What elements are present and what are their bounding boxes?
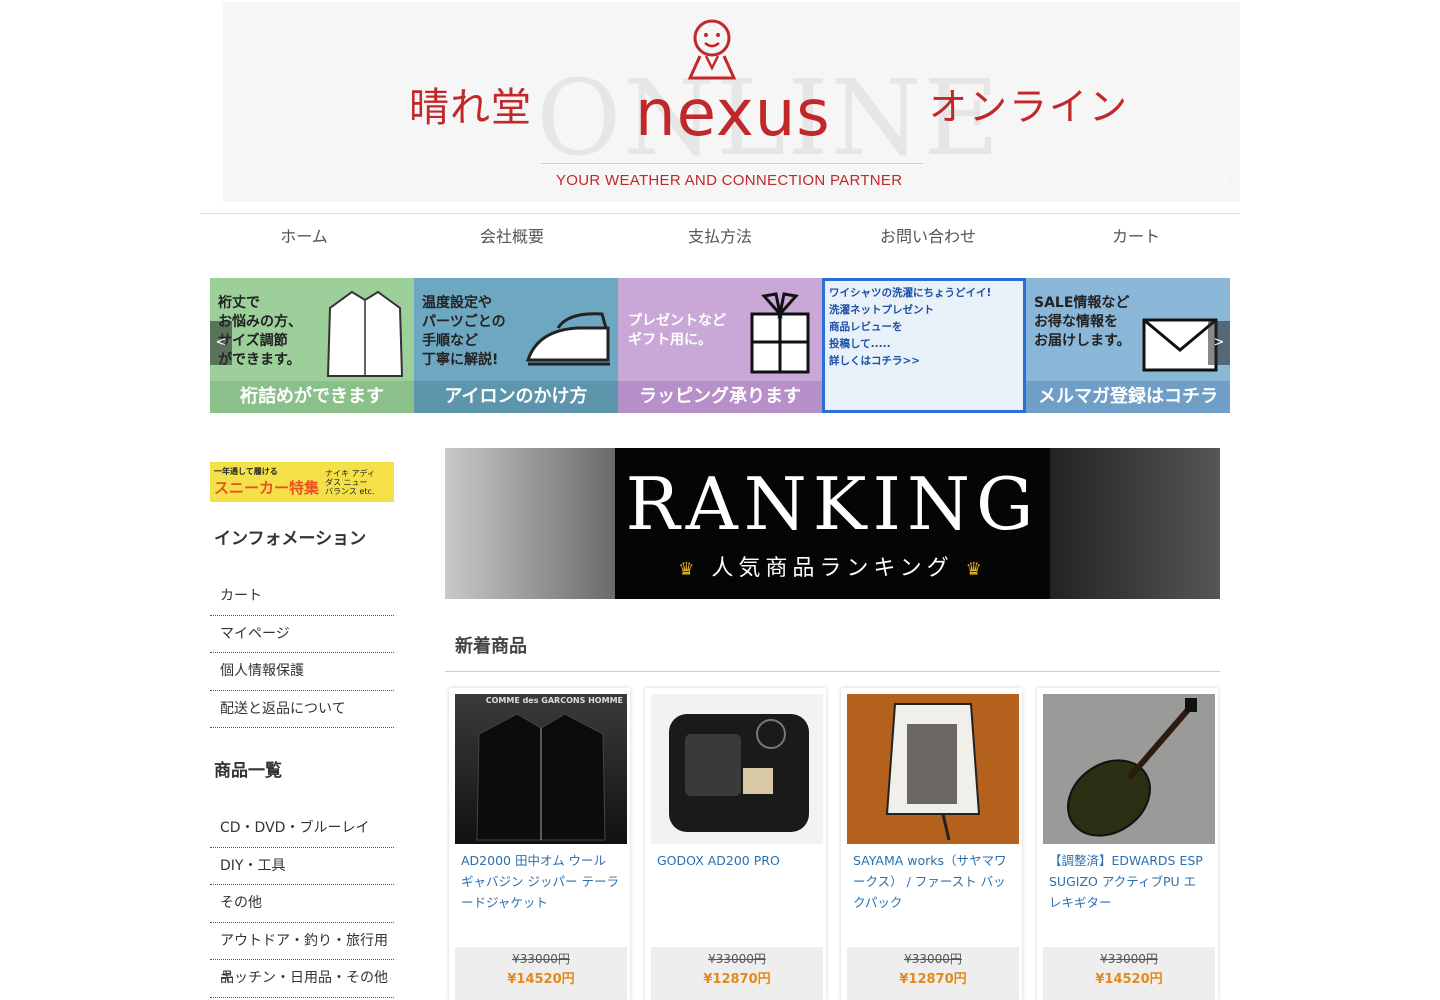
product-image-guitar[interactable]: [1043, 694, 1215, 844]
promo-slide-text: SALE情報など お得な情報を お届けします。: [1034, 295, 1131, 349]
promo-slide-sleeve[interactable]: 裄丈で お悩みの方、 サイズ調節 ができます。 裄詰めができます: [210, 278, 414, 413]
promo-slide-newsletter[interactable]: SALE情報など お得な情報を お届けします。 メルマガ登録はコチラ: [1026, 278, 1230, 413]
sidebar: 一年通して履ける スニーカー特集 ナイキ アディダス ニューバランス etc. …: [210, 462, 394, 998]
teru-teru-bozu-icon: [687, 19, 737, 80]
promo-slide-laundry-net[interactable]: ワイシャツの洗濯にちょうどイイ! 洗濯ネットプレゼント 商品レビューを 投稿して…: [822, 278, 1026, 413]
sale-price: ¥14520円: [507, 972, 575, 987]
price-box: ¥33000円 ¥14520円: [455, 947, 627, 1000]
nav-contact[interactable]: お問い合わせ: [824, 214, 1032, 259]
flash-case-icon: [669, 714, 809, 832]
nav-company[interactable]: 会社概要: [408, 214, 616, 259]
banner-next-arrow-icon[interactable]: ›: [1223, 170, 1230, 191]
price-box: ¥33000円 ¥12870円: [651, 947, 823, 1000]
info-link-privacy[interactable]: 個人情報保護: [210, 653, 394, 691]
category-link[interactable]: キッチン・日用品・その他: [210, 960, 394, 998]
crown-icon: ♛: [678, 559, 700, 580]
product-image-flash[interactable]: [651, 694, 823, 844]
product-name[interactable]: AD2000 田中オム ウール ギャバジン ジッパー テーラードジャケット: [461, 850, 620, 938]
category-link[interactable]: アウトドア・釣り・旅行用品: [210, 923, 394, 986]
sneaker-feature-banner[interactable]: 一年通して履ける スニーカー特集 ナイキ アディダス ニューバランス etc.: [210, 462, 394, 502]
promo-slide-ironing[interactable]: 温度設定や パーツごとの 手順など 丁寧に解説! アイロンのかけ方: [414, 278, 618, 413]
info-link-mypage[interactable]: マイページ: [210, 616, 394, 653]
brand-logo-nexus: nexus: [635, 77, 831, 151]
tagline-divider: [541, 163, 923, 164]
brand-name-hareido: 晴れ堂: [409, 85, 532, 131]
electric-guitar-icon: [1067, 698, 1197, 837]
ranking-banner[interactable]: RANKING ♛ 人気商品ランキング ♛: [445, 448, 1220, 599]
promo-slide-caption: ラッピング承ります: [618, 381, 822, 413]
promo-slide-text: 温度設定や パーツごとの 手順など 丁寧に解説!: [422, 295, 506, 368]
info-link-shipping[interactable]: 配送と返品について: [210, 691, 394, 728]
product-name[interactable]: 【調整済】EDWARDS ESP SUGIZO アクティブPU エレキギター: [1049, 850, 1208, 938]
carousel-prev-button[interactable]: <: [210, 321, 232, 365]
promo-slide-caption: メルマガ登録はコチラ: [1026, 381, 1230, 413]
product-image-backpack[interactable]: [847, 694, 1019, 844]
promo-slide-text: プレゼントなど ギフト用に。: [628, 313, 726, 348]
sneaker-banner-brands: ナイキ アディダス ニューバランス etc.: [325, 468, 375, 496]
sale-price: ¥14520円: [1095, 972, 1163, 987]
crown-icon: ♛: [965, 559, 987, 580]
promo-carousel: 裄丈で お悩みの方、 サイズ調節 ができます。 裄詰めができます 温度設定や パ…: [210, 278, 1230, 413]
nav-payment[interactable]: 支払方法: [616, 214, 824, 259]
carousel-next-button[interactable]: >: [1208, 321, 1230, 365]
product-card[interactable]: GODOX AD200 PRO ¥33000円 ¥12870円: [645, 688, 826, 1000]
sneaker-banner-title: スニーカー特集: [214, 478, 320, 497]
backpack-icon: [885, 703, 981, 841]
gift-box-icon: [750, 292, 810, 374]
price-box: ¥33000円 ¥12870円: [847, 947, 1019, 1000]
original-price: ¥33000円: [512, 952, 570, 966]
section-divider: [445, 671, 1220, 672]
category-link[interactable]: その他: [210, 885, 394, 923]
product-card[interactable]: 【調整済】EDWARDS ESP SUGIZO アクティブPU エレキギター ¥…: [1037, 688, 1218, 1000]
product-name[interactable]: SAYAMA works（サヤマワークス） / ファースト バックパック: [853, 850, 1012, 938]
sale-price: ¥12870円: [703, 972, 771, 987]
brand-name-online: オンライン: [929, 85, 1130, 129]
original-price: ¥33000円: [1100, 952, 1158, 966]
product-name[interactable]: GODOX AD200 PRO: [657, 850, 816, 938]
global-nav: ホーム 会社概要 支払方法 お問い合わせ カート: [200, 213, 1240, 259]
ranking-title: RANKING: [625, 462, 1040, 546]
new-items-heading: 新着商品: [455, 636, 527, 657]
original-price: ¥33000円: [904, 952, 962, 966]
product-card[interactable]: COMME des GARCONS HOMME AD2000 田中オム ウール …: [449, 688, 630, 1000]
info-link-cart[interactable]: カート: [210, 578, 394, 616]
shirt-icon: [326, 290, 404, 377]
promo-slide-text: ワイシャツの洗濯にちょうどイイ! 洗濯ネットプレゼント 商品レビューを 投稿して…: [829, 287, 992, 367]
info-heading: インフォメーション: [214, 529, 367, 549]
promo-slide-caption: 裄詰めができます: [210, 381, 414, 413]
category-link[interactable]: CD・DVD・ブルーレイ: [210, 810, 394, 848]
nav-cart[interactable]: カート: [1032, 214, 1240, 259]
original-price: ¥33000円: [708, 952, 766, 966]
product-grid: COMME des GARCONS HOMME AD2000 田中オム ウール …: [449, 688, 1219, 1000]
sale-price: ¥12870円: [899, 972, 967, 987]
promo-slide-wrapping[interactable]: プレゼントなど ギフト用に。 ラッピング承ります: [618, 278, 822, 413]
product-card[interactable]: SAYAMA works（サヤマワークス） / ファースト バックパック ¥33…: [841, 688, 1022, 1000]
price-box: ¥33000円 ¥14520円: [1043, 947, 1215, 1000]
brand-tagline: YOUR WEATHER AND CONNECTION PARTNER: [556, 172, 903, 189]
envelope-icon: [1142, 318, 1218, 372]
ranking-subtitle: 人気商品ランキング: [711, 556, 954, 581]
category-list: CD・DVD・ブルーレイ DIY・工具 その他 アウトドア・釣り・旅行用品 キッ…: [210, 810, 394, 998]
ranking-subtitle-row: ♛ 人気商品ランキング ♛: [445, 550, 1220, 582]
category-link[interactable]: DIY・工具: [210, 848, 394, 885]
header-banner[interactable]: ONLINE 晴れ堂 nexus オンライン YOUR WEATHER AND …: [223, 2, 1240, 202]
jacket-silhouette-icon: [476, 713, 606, 841]
info-link-list: カート マイページ 個人情報保護 配送と返品について: [210, 578, 394, 728]
iron-icon: [525, 312, 610, 366]
product-image-jacket[interactable]: COMME des GARCONS HOMME: [455, 694, 627, 844]
category-heading: 商品一覧: [214, 761, 282, 781]
promo-slide-caption: アイロンのかけ方: [414, 381, 618, 413]
sneaker-banner-top-text: 一年通して履ける: [214, 466, 278, 476]
nav-home[interactable]: ホーム: [200, 214, 408, 259]
